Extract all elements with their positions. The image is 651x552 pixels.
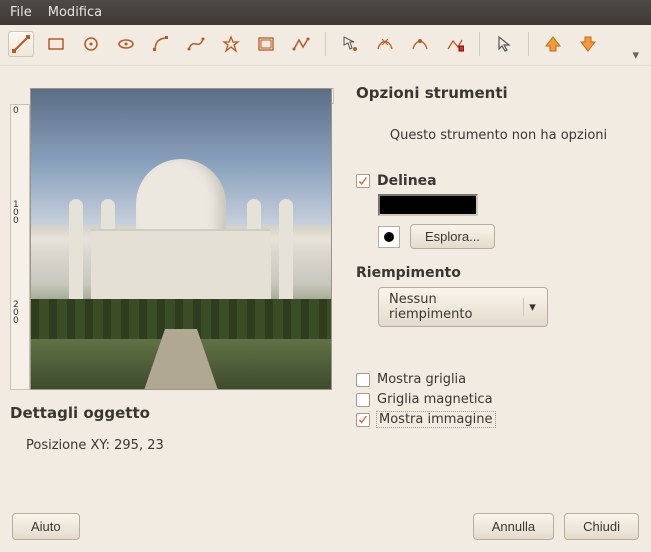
help-button[interactable]: Aiuto [12,513,80,540]
bezier-tool[interactable] [183,31,209,57]
ruler-vertical: 0 1 0 0 2 0 0 [10,104,30,390]
move-up-button[interactable] [540,31,566,57]
toolbar-separator [479,32,480,56]
image-tool[interactable] [253,31,279,57]
toolbar-separator [528,32,529,56]
canvas-area: 0 100 200 0 1 0 0 2 0 0 [10,88,334,390]
dialog-footer: Aiuto Annulla Chiudi [0,505,651,552]
explore-button[interactable]: Esplora... [410,224,495,249]
outline-color-swatch[interactable] [378,194,478,216]
fill-select-value: Nessun riempimento [389,292,523,322]
details-title: Dettagli oggetto [10,404,340,422]
arc-tool[interactable] [148,31,174,57]
show-grid-checkbox[interactable] [356,373,370,387]
chevron-down-icon: ▾ [523,298,541,316]
star-tool[interactable] [218,31,244,57]
show-grid-label: Mostra griglia [377,372,466,387]
remove-segment-tool[interactable] [442,31,468,57]
position-value: 295, 23 [114,438,164,453]
delete-point-tool[interactable] [372,31,398,57]
fill-select[interactable]: Nessun riempimento ▾ [378,287,548,327]
magnetic-grid-checkbox[interactable] [356,393,370,407]
show-image-checkbox[interactable] [356,413,370,427]
toolbar-overflow-icon[interactable]: ▾ [632,48,639,63]
close-button[interactable]: Chiudi [564,513,639,540]
show-image-label: Mostra immagine [377,412,495,427]
outline-pattern-swatch[interactable] [378,226,400,248]
rectangle-tool[interactable] [43,31,69,57]
fill-title: Riempimento [356,265,641,281]
cancel-button[interactable]: Annulla [473,513,554,540]
move-point-tool[interactable] [337,31,363,57]
move-down-button[interactable] [575,31,601,57]
magnetic-grid-label: Griglia magnetica [377,392,493,407]
object-details: Dettagli oggetto Posizione XY: 295, 23 [10,404,340,453]
menubar: File Modifica [0,0,651,25]
line-tool[interactable] [8,31,34,57]
ellipse-tool[interactable] [78,31,104,57]
polyline-tool[interactable] [288,31,314,57]
circle-tool[interactable] [113,31,139,57]
outline-label: Delinea [377,173,437,189]
toolbar-separator [325,32,326,56]
tool-options-title: Opzioni strumenti [356,84,641,102]
outline-checkbox[interactable] [356,174,370,188]
pointer-tool[interactable] [491,31,517,57]
menu-edit[interactable]: Modifica [44,3,106,22]
add-point-tool[interactable] [407,31,433,57]
menu-file[interactable]: File [6,3,36,22]
tool-options-hint: Questo strumento non ha opzioni [356,128,641,143]
position-label: Posizione XY: [26,438,110,453]
image-canvas[interactable] [30,88,332,390]
toolbar [0,25,651,66]
